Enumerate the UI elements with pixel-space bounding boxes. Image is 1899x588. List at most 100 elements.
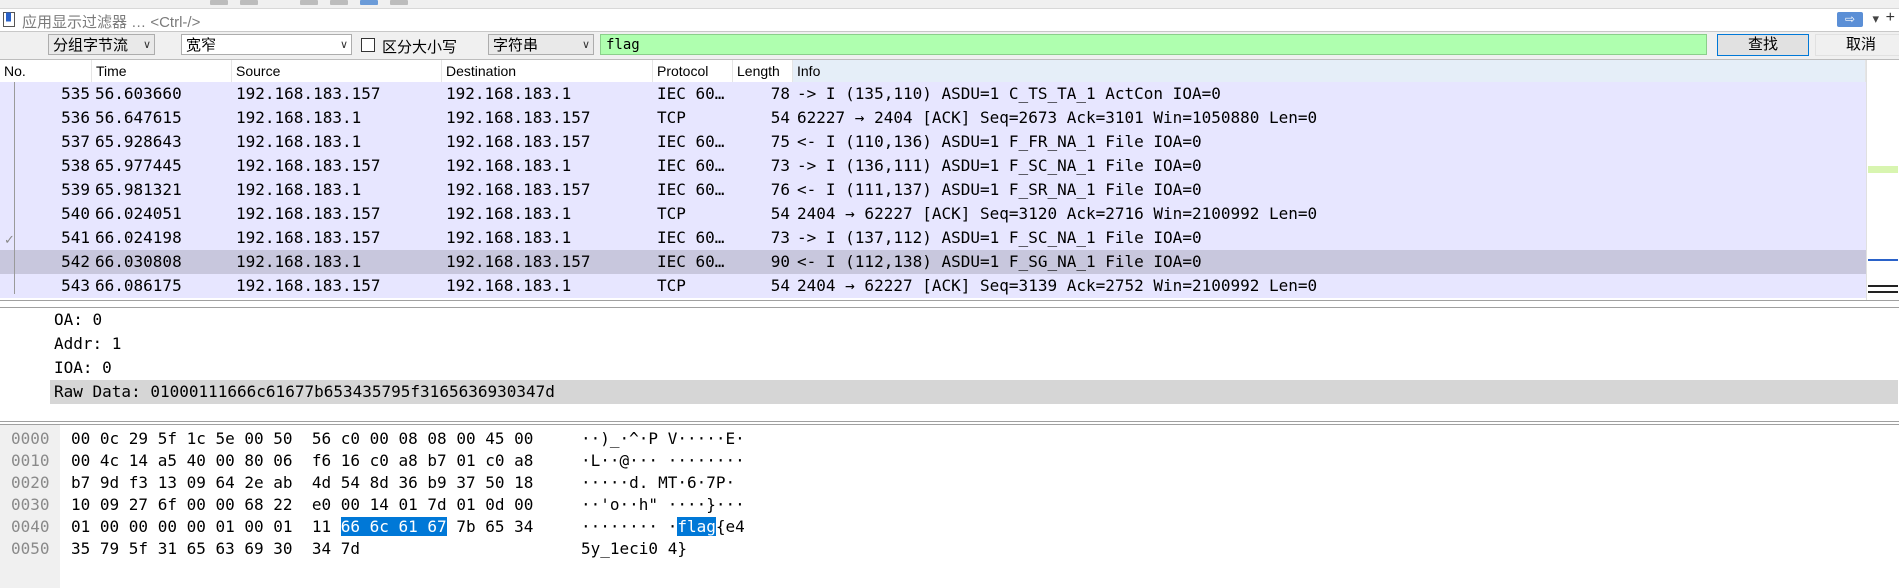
column-header-no[interactable]: No. [0,60,92,82]
packet-time-cell: 56.647615 [95,108,182,127]
packet-destination-cell: 192.168.183.157 [446,180,591,199]
packet-no-cell: 538 [61,156,90,175]
hex-row[interactable]: 35 79 5f 31 65 63 69 30 34 7d [71,538,360,560]
packet-protocol-cell: IEC 60… [657,132,725,151]
chevron-down-icon[interactable]: ▾ [1872,11,1879,27]
toolbar-icon[interactable] [330,0,348,5]
bookmark-icon[interactable] [3,12,15,27]
packet-length-cell: 73 [770,228,790,247]
char-width-select[interactable]: 宽窄 ∨ [181,34,352,55]
char-width-value: 宽窄 [186,37,217,54]
detail-raw-data[interactable]: Raw Data: 01000111666c61677b653435795f31… [50,380,1898,404]
ascii-bytes: ··'o··h" ····}··· [581,495,745,514]
packet-time-cell: 66.030808 [95,252,182,271]
packet-destination-cell: 192.168.183.1 [446,156,572,175]
hex-row[interactable]: 00 0c 29 5f 1c 5e 00 50 56 c0 00 08 08 0… [71,428,533,450]
packet-details-pane: OA: 0 Addr: 1 IOA: 0 Raw Data: 010001116… [0,307,1899,422]
packet-row[interactable]: 537 65.928643 192.168.183.1 192.168.183.157… [0,130,1866,154]
hex-bytes: 35 79 5f 31 65 63 69 30 34 7d [71,539,360,558]
packet-protocol-cell: IEC 60… [657,228,725,247]
packet-time-cell: 65.977445 [95,156,182,175]
packet-length-cell: 54 [770,276,790,295]
ascii-row[interactable]: 5y_1eci0 4} [581,538,687,560]
add-filter-button-icon[interactable]: + [1886,9,1895,27]
packet-row[interactable]: 541 66.024198 192.168.183.157 192.168.183.1… [0,226,1866,250]
hex-match-highlight: 66 6c 61 67 [340,517,447,536]
column-header-destination[interactable]: Destination [442,60,653,82]
byte-offset: 0050 [11,539,50,558]
packet-length-cell: 54 [770,204,790,223]
packet-source-cell: 192.168.183.157 [236,276,381,295]
ascii-row[interactable]: ·L··@··· ········ [581,450,745,472]
packet-info-cell: 62227 → 2404 [ACK] Seq=2673 Ack=3101 Win… [797,108,1318,127]
packet-row[interactable]: 539 65.981321 192.168.183.1 192.168.183.157… [0,178,1866,202]
column-header-length[interactable]: Length [733,60,793,82]
packet-source-cell: 192.168.183.1 [236,252,362,271]
packet-destination-cell: 192.168.183.1 [446,84,572,103]
cancel-button[interactable]: 取消 [1815,34,1899,56]
toolbar-icon[interactable] [390,0,408,5]
hex-row[interactable]: b7 9d f3 13 09 64 2e ab 4d 54 8d 36 b9 3… [71,472,533,494]
case-sensitive-checkbox[interactable] [361,38,375,52]
display-filter-bar: 应用显示过滤器 … <Ctrl-/> ⇨ ▾ + [0,9,1899,32]
search-type-select[interactable]: 字符串 ∨ [488,34,594,55]
hex-bytes: 00 4c 14 a5 40 00 80 06 f6 16 c0 a8 b7 0… [71,451,534,470]
packet-no-cell: 535 [61,84,90,103]
packet-row[interactable]: 536 56.647615 192.168.183.1 192.168.183.157… [0,106,1866,130]
hex-bytes: 10 09 27 6f 00 00 68 22 e0 00 14 01 7d 0… [71,495,534,514]
packet-info-cell: <- I (111,137) ASDU=1 F_SR_NA_1 File IOA… [797,180,1202,199]
packet-length-cell: 75 [770,132,790,151]
packet-destination-cell: 192.168.183.157 [446,132,591,151]
column-header-info[interactable]: Info [793,60,1866,82]
toolbar-icon[interactable] [210,0,228,5]
packet-row[interactable]: 540 66.024051 192.168.183.157 192.168.183.1… [0,202,1866,226]
packet-time-cell: 56.603660 [95,84,182,103]
display-filter-input[interactable]: 应用显示过滤器 … <Ctrl-/> [22,11,200,32]
ascii-bytes: 5y_1eci0 4} [581,539,687,558]
detail-addr[interactable]: Addr: 1 [54,332,121,356]
hex-row[interactable]: 01 00 00 00 00 01 00 01 11 66 6c 61 67 7… [71,516,533,538]
toolbar-icon[interactable] [300,0,318,5]
packet-protocol-cell: TCP [657,108,686,127]
chevron-down-icon: ∨ [581,39,590,51]
ascii-row[interactable]: ··'o··h" ····}··· [581,494,745,516]
hex-row[interactable]: 00 4c 14 a5 40 00 80 06 f6 16 c0 a8 b7 0… [71,450,533,472]
packet-row[interactable]: 538 65.977445 192.168.183.157 192.168.183.1… [0,154,1866,178]
packet-bytes-pane: 0000 00 0c 29 5f 1c 5e 00 50 56 c0 00 08 … [0,424,1899,588]
apply-filter-arrow-icon[interactable]: ⇨ [1837,12,1863,27]
hex-bytes: b7 9d f3 13 09 64 2e ab 4d 54 8d 36 b9 3… [71,473,534,492]
search-in-select[interactable]: 分组字节流 ∨ [48,34,155,55]
packet-row[interactable]: 542 66.030808 192.168.183.1 192.168.183.157… [0,250,1866,274]
hex-bytes: 01 00 00 00 00 01 00 01 11 [71,517,341,536]
toolbar-icon[interactable] [240,0,258,5]
main-toolbar [0,0,1899,9]
byte-offset: 0040 [11,517,50,536]
packet-row[interactable]: 543 66.086175 192.168.183.157 192.168.183.1… [0,274,1866,298]
find-button[interactable]: 查找 [1717,34,1809,56]
ascii-row[interactable]: ·····d. MT·6·7P· [581,472,735,494]
detail-oa[interactable]: OA: 0 [54,308,102,332]
byte-offset: 0010 [11,451,50,470]
packet-info-cell: <- I (110,136) ASDU=1 F_FR_NA_1 File IOA… [797,132,1202,151]
case-sensitive-label: 区分大小写 [382,39,458,56]
column-header-source[interactable]: Source [232,60,442,82]
ascii-row[interactable]: ········ ·flag{e4 [581,516,745,538]
toolbar-icon[interactable] [360,0,378,5]
packet-destination-cell: 192.168.183.157 [446,108,591,127]
detail-ioa[interactable]: IOA: 0 [54,356,112,380]
packet-destination-cell: 192.168.183.1 [446,204,572,223]
column-header-time[interactable]: Time [92,60,232,82]
packet-length-cell: 54 [770,108,790,127]
ascii-row[interactable]: ··)_·^·P V·····E· [581,428,745,450]
minimap-position-marker [1868,291,1898,293]
packet-info-cell: <- I (112,138) ASDU=1 F_SG_NA_1 File IOA… [797,252,1202,271]
search-input[interactable]: flag [600,34,1707,55]
packet-list-scrollbar[interactable] [1866,60,1899,300]
packet-source-cell: 192.168.183.157 [236,156,381,175]
hex-row[interactable]: 10 09 27 6f 00 00 68 22 e0 00 14 01 7d 0… [71,494,533,516]
packet-source-cell: 192.168.183.157 [236,84,381,103]
packet-source-cell: 192.168.183.1 [236,180,362,199]
packet-row[interactable]: 535 56.603660 192.168.183.157 192.168.183.1… [0,82,1866,106]
packet-time-cell: 65.981321 [95,180,182,199]
column-header-protocol[interactable]: Protocol [653,60,733,82]
